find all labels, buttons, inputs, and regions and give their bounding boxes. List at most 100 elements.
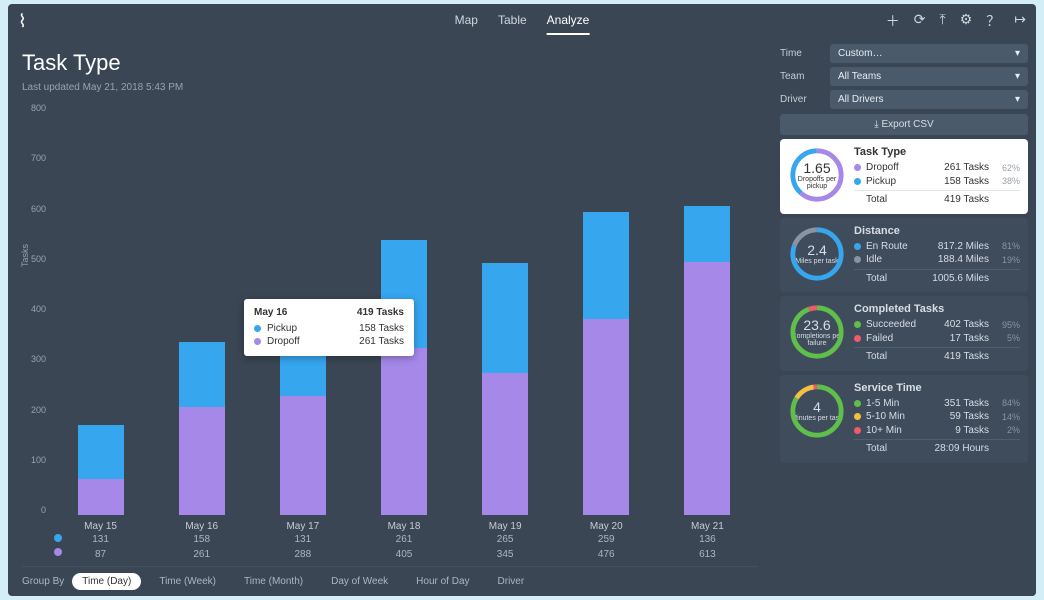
dropoff-dot-icon [854,164,861,171]
row-value: 188.4 Miles [938,253,989,267]
x-axis-labels: May 15May 16May 17May 18May 19May 20May … [50,515,758,532]
tooltip-title: May 16 [254,307,287,318]
sidebar: TimeCustom…▾ TeamAll Teams▾ DriverAll Dr… [772,38,1036,596]
tooltip-row-value: 261 Tasks [359,336,404,347]
help-icon[interactable]: ？ [986,11,1000,31]
row-value: 402 Tasks [944,318,989,332]
logo-icon: ⌇ [18,11,28,32]
chevron-down-icon: ▾ [1015,48,1020,59]
group-driver[interactable]: Driver [488,573,535,590]
group-day-of-week[interactable]: Day of Week [321,573,398,590]
card-distance: 2.4 Miles per task Distance En Route817.… [780,218,1028,293]
x-tick: May 19 [455,515,556,532]
card-completed: 23.6 Completions per failure Completed T… [780,296,1028,371]
pickup-dot-icon [254,325,261,332]
tooltip-row-label: Dropoff [267,336,300,347]
chevron-down-icon: ▾ [1015,71,1020,82]
row-pct: 84% [994,397,1020,409]
row-pct: 95% [994,319,1020,331]
x-tick: May 20 [556,515,657,532]
table-cell: 131 [50,532,151,547]
logout-icon[interactable]: ↦ [1014,11,1026,31]
tab-table[interactable]: Table [498,7,527,35]
group-by-label: Group By [22,576,64,587]
ring-completed: 23.6 Completions per failure [788,303,846,361]
row-value: 419 Tasks [944,350,989,364]
row-value: 817.2 Miles [938,240,989,254]
row-label: 5-10 Min [866,410,914,424]
tab-map[interactable]: Map [455,7,478,35]
card-task-type: 1.65 Dropoffs per pickup Task Type Dropo… [780,139,1028,214]
top-actions: ＋ ⟳ ⤒ ⚙ ？ ↦ [886,11,1026,31]
row-pct: 81% [994,240,1020,252]
bar-column[interactable] [50,99,151,515]
row-pct: 62% [994,162,1020,174]
table-cell: 345 [455,547,556,562]
x-tick: May 15 [50,515,151,532]
filter-driver-label: Driver [780,94,822,105]
group-time-month[interactable]: Time (Month) [234,573,313,590]
chart-area: Tasks 8007006005004003002001000 May 16 4… [22,99,758,515]
pickup-dot-icon [854,178,861,185]
row-label: Total [866,350,914,364]
row-value: 28:09 Hours [935,442,989,456]
table-cell: 476 [556,547,657,562]
table-cell: 259 [556,532,657,547]
filter-team-select[interactable]: All Teams▾ [830,67,1028,86]
ring-service: 4 Minutes per task [788,382,846,440]
y-axis-label: Tasks [20,244,30,267]
bucket2-dot-icon [854,413,861,420]
row-pct: 38% [994,175,1020,187]
main-panel: Task Type Last updated May 21, 2018 5:43… [8,38,772,596]
row-label: Total [866,272,914,286]
card-title: Completed Tasks [854,303,1020,315]
bar-column[interactable] [151,99,252,515]
row-label: Total [866,193,914,207]
plus-icon[interactable]: ＋ [886,11,900,31]
bar-column[interactable] [556,99,657,515]
table-cell: 613 [657,547,758,562]
bar-column[interactable] [455,99,556,515]
succeeded-dot-icon [854,321,861,328]
upload-icon[interactable]: ⤒ [940,11,946,31]
row-label: 10+ Min [866,424,914,438]
refresh-icon[interactable]: ⟳ [914,11,926,31]
table-cell: 405 [353,547,454,562]
bucket3-dot-icon [854,427,861,434]
card-service-time: 4 Minutes per task Service Time 1-5 Min3… [780,375,1028,463]
card-title: Task Type [854,146,1020,158]
group-hour-of-day[interactable]: Hour of Day [406,573,479,590]
row-pct: 14% [994,411,1020,423]
group-time-week[interactable]: Time (Week) [149,573,226,590]
tab-analyze[interactable]: Analyze [547,7,590,35]
ring-distance: 2.4 Miles per task [788,225,846,283]
group-by-row: Group By Time (Day) Time (Week) Time (Mo… [22,566,758,596]
filter-time-select[interactable]: Custom…▾ [830,44,1028,63]
idle-dot-icon [854,256,861,263]
top-nav: Map Table Analyze [455,7,590,35]
table-cell: 265 [455,532,556,547]
table-cell: 131 [252,532,353,547]
gear-icon[interactable]: ⚙ [960,11,973,31]
row-value: 59 Tasks [950,410,989,424]
ring-task-type: 1.65 Dropoffs per pickup [788,146,846,204]
table-cell: 261 [151,547,252,562]
dropoff-legend-dot-icon [54,548,62,556]
tooltip-row-label: Pickup [267,323,297,334]
chart-tooltip: May 16 419 Tasks Pickup158 Tasks Dropoff… [244,299,414,356]
table-cell: 136 [657,532,758,547]
filter-driver-select[interactable]: All Drivers▾ [830,90,1028,109]
x-tick: May 21 [657,515,758,532]
filter-team-label: Team [780,71,822,82]
card-title: Distance [854,225,1020,237]
dropoff-dot-icon [254,338,261,345]
row-value: 419 Tasks [944,193,989,207]
bar-column[interactable] [657,99,758,515]
row-label: Succeeded [866,318,916,332]
download-icon: ⤓ [874,119,878,130]
x-tick: May 17 [252,515,353,532]
row-value: 1005.6 Miles [932,272,989,286]
export-csv-button[interactable]: ⤓ Export CSV [780,114,1028,135]
page-title: Task Type [22,46,758,82]
group-time-day[interactable]: Time (Day) [72,573,141,590]
